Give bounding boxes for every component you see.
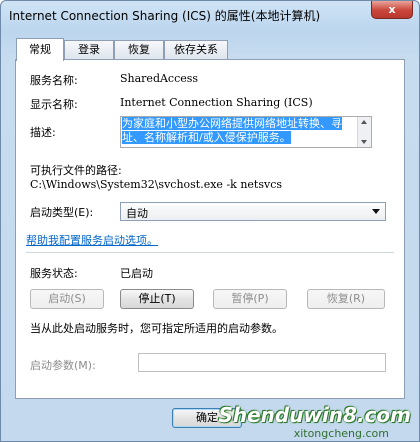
watermark-logo-text: Shenduwin8.com bbox=[218, 403, 411, 427]
startup-type-label: 启动类型(E): bbox=[30, 206, 94, 219]
scroll-up-icon[interactable] bbox=[361, 120, 367, 124]
tab-general[interactable]: 常规 bbox=[16, 38, 64, 61]
site-watermark: Shenduwin8.com xitongcheng.com bbox=[218, 389, 419, 441]
watermark-subtext: xitongcheng.com bbox=[293, 427, 389, 440]
divider bbox=[26, 252, 394, 253]
tab-dependencies[interactable]: 依存关系 bbox=[164, 40, 228, 59]
start-params-input[interactable] bbox=[138, 353, 386, 372]
start-params-hint: 当从此处启动服务时，您可指定所适用的启动参数。 bbox=[30, 322, 283, 335]
startup-type-select[interactable]: 自动 bbox=[120, 202, 386, 221]
tab-recovery[interactable]: 恢复 bbox=[114, 40, 164, 59]
executable-path-label: 可执行文件的路径: bbox=[30, 164, 122, 177]
start-button[interactable]: 启动(S) bbox=[30, 289, 104, 309]
help-configure-link[interactable]: 帮助我配置服务启动选项。 bbox=[26, 232, 158, 248]
tab-logon[interactable]: 登录 bbox=[64, 40, 114, 59]
start-params-label: 启动参数(M): bbox=[30, 359, 96, 372]
service-status-label: 服务状态: bbox=[30, 267, 78, 280]
close-button[interactable]: x bbox=[371, 1, 413, 19]
description-textbox[interactable]: 为家庭和小型办公网络提供网络地址转换、寻址、名称解析和/或入侵保护服务。 bbox=[120, 116, 372, 148]
service-status-value: 已启动 bbox=[120, 267, 153, 280]
description-text: 为家庭和小型办公网络提供网络地址转换、寻址、名称解析和/或入侵保护服务。 bbox=[122, 117, 342, 144]
service-name-label: 服务名称: bbox=[30, 74, 78, 87]
chevron-down-icon bbox=[372, 209, 380, 214]
startup-type-value: 自动 bbox=[126, 207, 148, 220]
stop-button[interactable]: 停止(T) bbox=[120, 289, 194, 309]
description-label: 描述: bbox=[30, 126, 56, 139]
display-name-value: Internet Connection Sharing (ICS) bbox=[120, 96, 313, 109]
resume-button[interactable]: 恢复(R) bbox=[307, 289, 385, 309]
executable-path-value: C:\Windows\System32\svchost.exe -k netsv… bbox=[30, 178, 283, 191]
window-title: Internet Connection Sharing (ICS) 的属性(本地… bbox=[9, 9, 321, 23]
general-tab-panel: 服务名称: SharedAccess 显示名称: Internet Connec… bbox=[15, 59, 405, 399]
service-properties-window: Internet Connection Sharing (ICS) 的属性(本地… bbox=[0, 0, 420, 442]
pause-button[interactable]: 暂停(P) bbox=[213, 289, 287, 309]
close-icon: x bbox=[388, 3, 396, 16]
display-name-label: 显示名称: bbox=[30, 98, 78, 111]
description-scrollbar[interactable] bbox=[357, 117, 371, 147]
service-name-value: SharedAccess bbox=[120, 72, 199, 85]
scroll-down-icon[interactable] bbox=[361, 140, 367, 144]
title-bar[interactable]: Internet Connection Sharing (ICS) 的属性(本地… bbox=[1, 1, 419, 31]
